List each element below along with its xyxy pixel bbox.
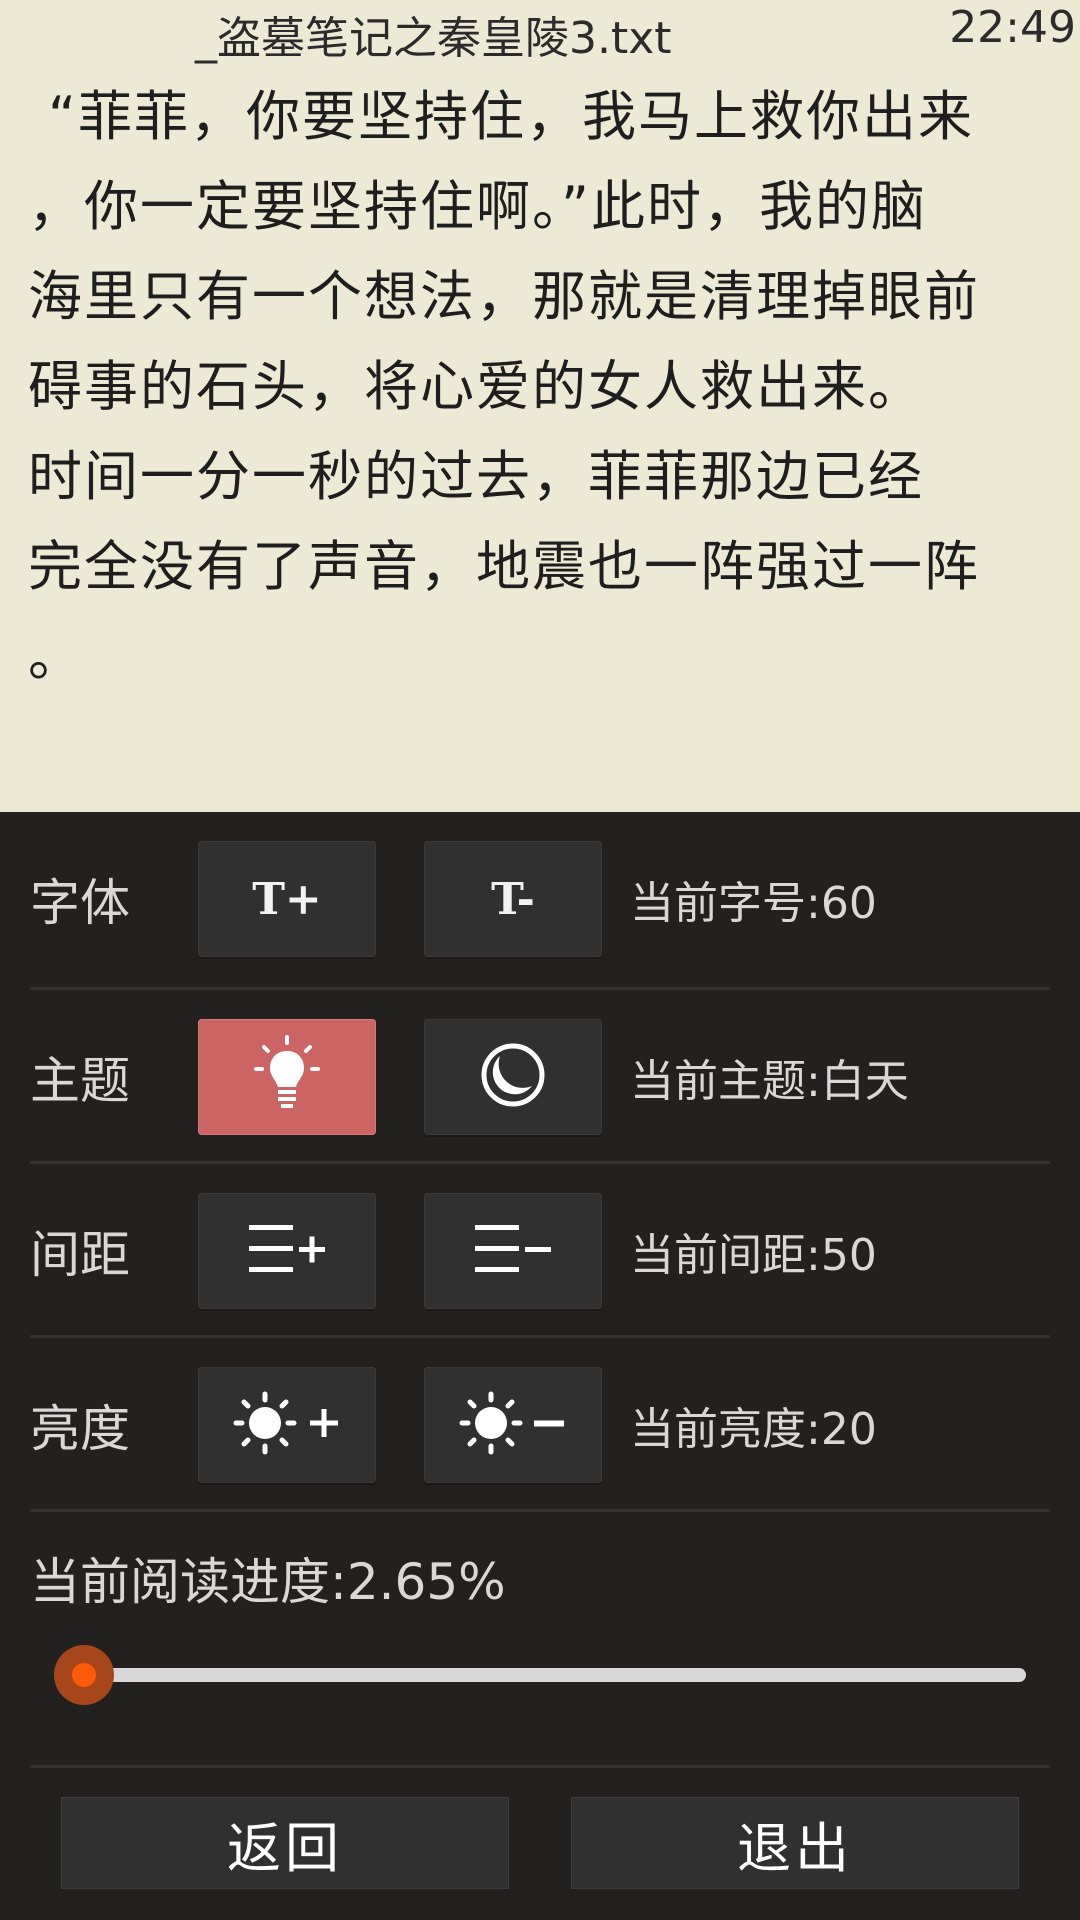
brightness-decrease-button[interactable] bbox=[424, 1367, 602, 1483]
theme-label: 主题 bbox=[30, 1052, 130, 1110]
text-line: 海里只有一个想法，那就是清理掉眼前 bbox=[28, 265, 980, 328]
brightness-label: 亮度 bbox=[30, 1400, 130, 1458]
spacing-label: 间距 bbox=[30, 1226, 130, 1284]
brightness-increase-button[interactable] bbox=[198, 1367, 376, 1483]
font-decrease-label: T- bbox=[491, 873, 535, 925]
back-button[interactable]: 返回 bbox=[61, 1797, 509, 1889]
night-theme-button[interactable] bbox=[424, 1019, 602, 1135]
brightness-increase-icon bbox=[232, 1390, 342, 1460]
font-increase-button[interactable]: T+ bbox=[198, 841, 376, 957]
spacing-row: 间距 当前间距:50 bbox=[0, 1164, 1080, 1338]
reader-settings-panel: 字体 T+ T- 当前字号:60 主题 当前主题:白天 间距 当前间距:50 亮… bbox=[0, 812, 1080, 1920]
divider bbox=[30, 1765, 1050, 1768]
book-title: _盗墓笔记之秦皇陵3.txt bbox=[195, 13, 672, 64]
spacing-increase-button[interactable] bbox=[198, 1193, 376, 1309]
font-decrease-button[interactable]: T- bbox=[424, 841, 602, 957]
status-bar: _盗墓笔记之秦皇陵3.txt 22:49 bbox=[0, 0, 1080, 64]
text-line: 时间一分一秒的过去，菲菲那边已经 bbox=[28, 445, 924, 508]
reading-content[interactable]: “菲菲，你要坚持住，我马上救你出来 ，你一定要坚持住啊。”此时，我的脑 海里只有… bbox=[0, 64, 1080, 812]
font-size-value: 当前字号:60 bbox=[630, 878, 877, 929]
text-line: “菲菲，你要坚持住，我马上救你出来 bbox=[48, 85, 974, 148]
text-line: 。 bbox=[28, 625, 84, 688]
font-row: 字体 T+ T- 当前字号:60 bbox=[0, 812, 1080, 986]
spacing-decrease-button[interactable] bbox=[424, 1193, 602, 1309]
theme-value: 当前主题:白天 bbox=[630, 1056, 909, 1107]
font-label: 字体 bbox=[30, 874, 130, 932]
reading-progress-label: 当前阅读进度:2.65% bbox=[30, 1553, 506, 1611]
divider bbox=[30, 1509, 1050, 1512]
exit-button[interactable]: 退出 bbox=[571, 1797, 1019, 1889]
moon-icon bbox=[480, 1042, 546, 1112]
font-increase-label: T+ bbox=[252, 873, 322, 925]
brightness-decrease-icon bbox=[458, 1390, 568, 1460]
spacing-value: 当前间距:50 bbox=[630, 1230, 877, 1281]
lightbulb-icon bbox=[252, 1035, 322, 1119]
day-theme-button[interactable] bbox=[198, 1019, 376, 1135]
progress-slider-thumb[interactable] bbox=[53, 1645, 114, 1705]
line-spacing-decrease-icon bbox=[473, 1221, 553, 1281]
text-line: 完全没有了声音，地震也一阵强过一阵 bbox=[28, 535, 980, 598]
line-spacing-increase-icon bbox=[247, 1221, 327, 1281]
theme-row: 主题 当前主题:白天 bbox=[0, 990, 1080, 1164]
text-line: 碍事的石头，将心爱的女人救出来。 bbox=[28, 355, 924, 418]
brightness-row: 亮度 当前亮度:20 bbox=[0, 1338, 1080, 1512]
progress-slider-track[interactable] bbox=[54, 1668, 1026, 1682]
brightness-value: 当前亮度:20 bbox=[630, 1404, 877, 1455]
clock: 22:49 bbox=[949, 2, 1076, 53]
text-line: ，你一定要坚持住啊。”此时，我的脑 bbox=[28, 175, 927, 238]
